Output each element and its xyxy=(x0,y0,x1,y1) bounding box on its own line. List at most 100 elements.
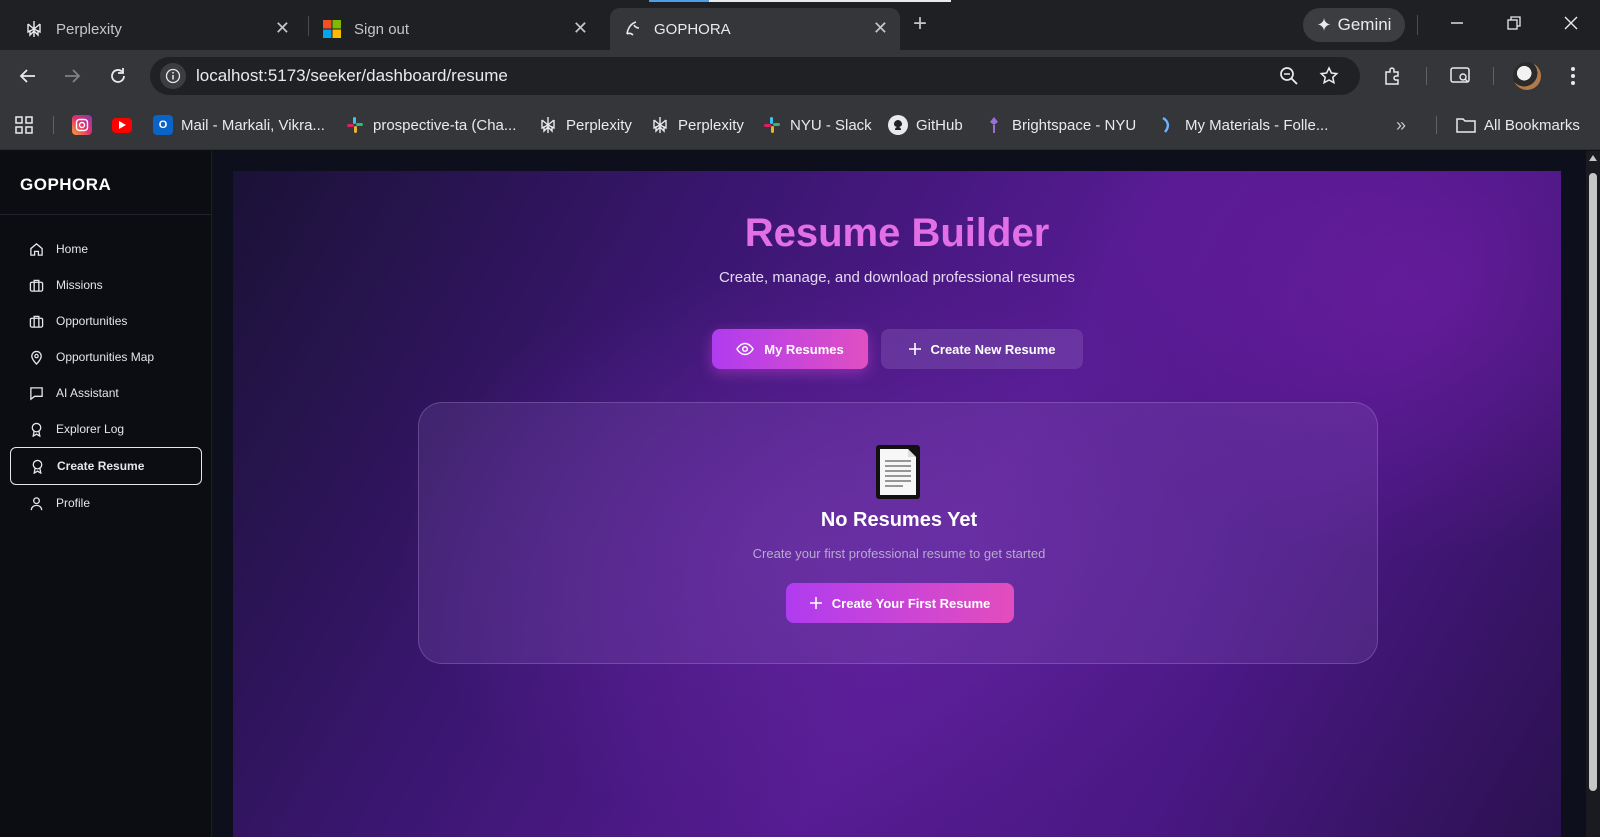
sidebar-item-label: Explorer Log xyxy=(56,422,125,436)
tab-search-icon[interactable] xyxy=(1448,63,1474,89)
brand-logo[interactable]: GOPHORA xyxy=(20,175,111,195)
gemini-button[interactable]: ✦ Gemini xyxy=(1303,8,1405,42)
folder-icon xyxy=(1456,115,1476,135)
apps-grid-icon[interactable] xyxy=(14,113,34,137)
sidebar-item-explorer-log[interactable]: Explorer Log xyxy=(10,411,202,447)
page-title: Resume Builder xyxy=(744,211,1050,255)
sidebar-item-label: Profile xyxy=(56,496,91,510)
minimize-icon[interactable] xyxy=(1446,12,1468,34)
forward-icon[interactable] xyxy=(58,62,86,90)
site-info-icon[interactable] xyxy=(160,63,186,89)
bookmark-instagram[interactable] xyxy=(72,113,100,137)
create-new-resume-button[interactable]: Create New Resume xyxy=(881,329,1083,369)
bookmark-perplexity-2[interactable]: Perplexity xyxy=(650,113,744,137)
browser-toolbar: localhost:5173/seeker/dashboard/resume xyxy=(0,50,1600,101)
scroll-up-icon[interactable] xyxy=(1589,155,1597,161)
address-bar[interactable]: localhost:5173/seeker/dashboard/resume xyxy=(150,57,1360,95)
perplexity-icon xyxy=(24,19,44,39)
all-bookmarks-label: All Bookmarks xyxy=(1484,116,1580,134)
document-icon xyxy=(873,443,923,501)
my-resumes-button[interactable]: My Resumes xyxy=(712,329,868,369)
tab-separator xyxy=(308,16,309,36)
sidebar-item-ai-assistant[interactable]: AI Assistant xyxy=(10,375,202,411)
sidebar-item-label: Home xyxy=(56,242,89,256)
chat-icon xyxy=(28,385,44,401)
bookmark-brightspace[interactable]: Brightspace - NYU xyxy=(984,113,1136,137)
sidebar-item-opportunities-map[interactable]: Opportunities Map xyxy=(10,339,202,375)
toolbar-separator xyxy=(1493,67,1494,85)
restore-icon[interactable] xyxy=(1503,12,1525,34)
more-bookmarks-icon[interactable]: » xyxy=(1396,113,1406,137)
bookmark-my-materials[interactable]: My Materials - Folle... xyxy=(1157,113,1328,137)
reload-icon[interactable] xyxy=(104,62,132,90)
url-text[interactable]: localhost:5173/seeker/dashboard/resume xyxy=(196,66,508,86)
bookmark-label: GitHub xyxy=(916,116,963,134)
slack-icon xyxy=(762,115,782,135)
sidebar: GOPHORA Home Missions Opportunities Oppo… xyxy=(0,151,212,837)
sidebar-item-home[interactable]: Home xyxy=(10,231,202,267)
instagram-icon xyxy=(72,115,92,135)
github-icon xyxy=(888,115,908,135)
bookmark-star-icon[interactable] xyxy=(1318,65,1340,87)
tab-title: Perplexity xyxy=(56,20,122,38)
bookmark-github[interactable]: GitHub xyxy=(888,113,963,137)
scrollbar[interactable] xyxy=(1586,151,1600,837)
plus-icon xyxy=(809,597,822,609)
youtube-icon xyxy=(112,117,132,133)
bookmark-label: Mail - Markali, Vikra... xyxy=(181,116,325,134)
sidebar-item-profile[interactable]: Profile xyxy=(10,485,202,521)
avatar[interactable] xyxy=(1513,62,1541,90)
award-icon xyxy=(29,458,45,474)
close-tab-icon[interactable]: ✕ xyxy=(873,18,888,38)
sidebar-item-missions[interactable]: Missions xyxy=(10,267,202,303)
slack-icon xyxy=(345,115,365,135)
bookmark-nyu-slack[interactable]: NYU - Slack xyxy=(762,113,872,137)
sidebar-item-label: Opportunities Map xyxy=(56,350,155,364)
sidebar-item-create-resume[interactable]: Create Resume xyxy=(10,447,202,485)
empty-state-subtitle: Create your first professional resume to… xyxy=(752,546,1046,561)
bookmark-perplexity-1[interactable]: Perplexity xyxy=(538,113,632,137)
award-icon xyxy=(28,421,44,437)
close-tab-icon[interactable]: ✕ xyxy=(275,18,290,38)
bookmark-mail[interactable]: O Mail - Markali, Vikra... xyxy=(153,113,325,137)
close-tab-icon[interactable]: ✕ xyxy=(573,18,588,38)
new-tab-icon[interactable]: + xyxy=(913,11,927,37)
zoom-icon[interactable] xyxy=(1278,65,1300,87)
all-bookmarks-button[interactable]: All Bookmarks xyxy=(1456,113,1580,137)
perplexity-icon xyxy=(538,115,558,135)
bookmarks-separator xyxy=(1436,116,1437,134)
back-icon[interactable] xyxy=(14,62,42,90)
tab-sign-out[interactable]: Sign out ✕ xyxy=(310,8,600,50)
eye-icon xyxy=(736,342,755,356)
briefcase-icon xyxy=(28,313,44,329)
bookmark-prospective-ta[interactable]: prospective-ta (Cha... xyxy=(345,113,516,137)
toolbar-separator xyxy=(1426,67,1427,85)
close-window-icon[interactable] xyxy=(1560,12,1582,34)
loading-indicator xyxy=(649,0,951,2)
sidebar-item-opportunities[interactable]: Opportunities xyxy=(10,303,202,339)
divider xyxy=(0,214,212,215)
tab-gophora[interactable]: GOPHORA ✕ xyxy=(610,8,900,50)
bookmark-label: Perplexity xyxy=(678,116,744,134)
sparkle-icon: ✦ xyxy=(1316,14,1332,35)
more-options-icon[interactable] xyxy=(1560,63,1586,89)
microsoft-icon xyxy=(322,19,342,39)
follett-icon xyxy=(1157,115,1177,135)
create-first-resume-button[interactable]: Create Your First Resume xyxy=(786,583,1014,623)
gophora-icon xyxy=(622,19,642,39)
extensions-icon[interactable] xyxy=(1380,63,1406,89)
create-new-resume-label: Create New Resume xyxy=(930,341,1056,357)
tab-perplexity[interactable]: Perplexity ✕ xyxy=(12,8,302,50)
tab-title: GOPHORA xyxy=(654,20,731,38)
bookmark-label: Perplexity xyxy=(566,116,632,134)
resume-builder-panel: Resume Builder Create, manage, and downl… xyxy=(233,171,1561,837)
bookmark-label: NYU - Slack xyxy=(790,116,872,134)
perplexity-icon xyxy=(650,115,670,135)
bookmark-label: Brightspace - NYU xyxy=(1012,116,1137,134)
sidebar-item-label: Missions xyxy=(56,278,103,292)
bookmark-youtube[interactable] xyxy=(112,113,140,137)
scroll-thumb[interactable] xyxy=(1589,173,1597,791)
brightspace-icon xyxy=(984,115,1004,135)
bookmark-label: prospective-ta (Cha... xyxy=(373,116,517,134)
tab-title: Sign out xyxy=(354,20,410,38)
